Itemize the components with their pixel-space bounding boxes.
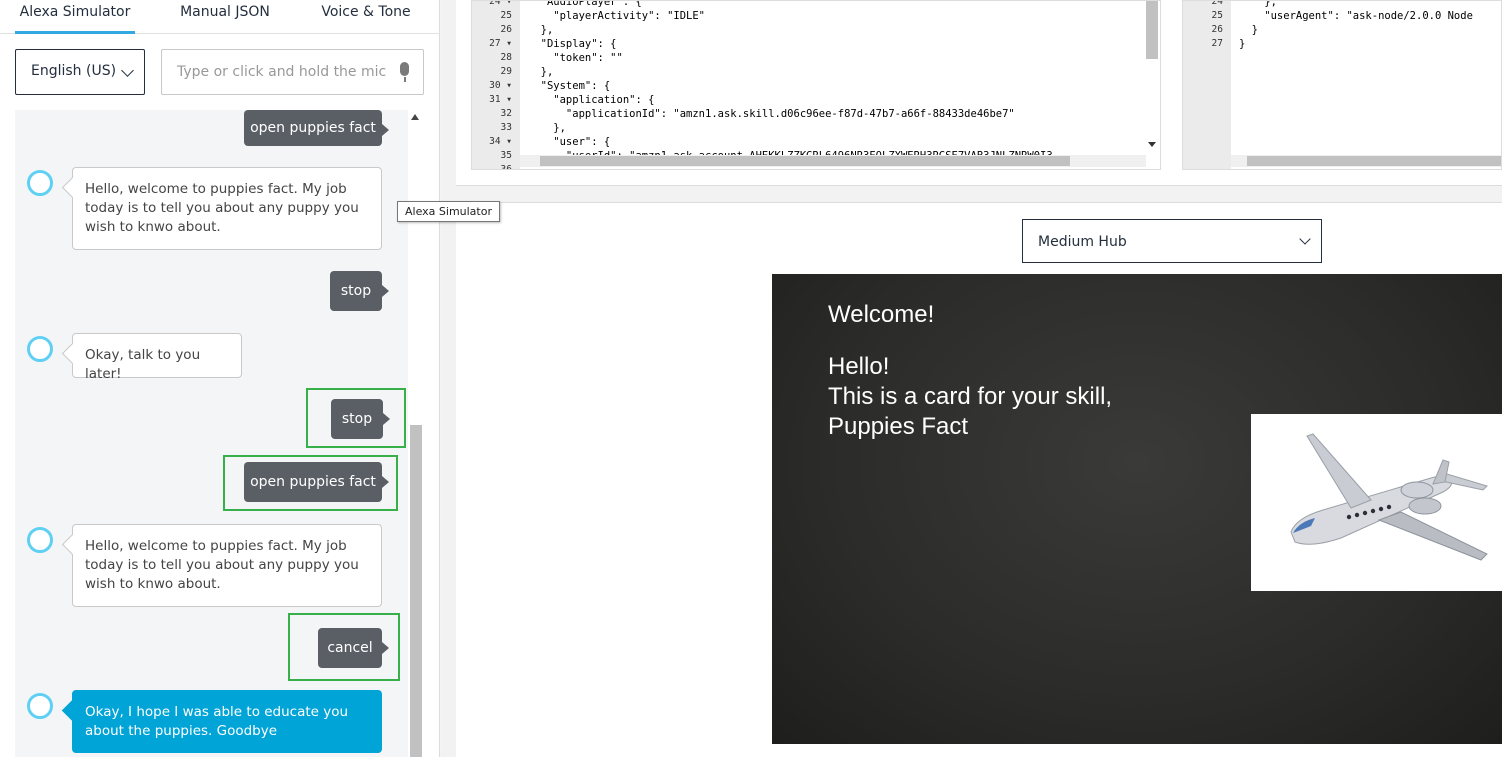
- line-number: 25: [1211, 10, 1223, 21]
- code-line: }: [1239, 38, 1246, 50]
- json-output-hscroll[interactable]: [1231, 155, 1501, 167]
- json-output-code: }, "userAgent": "ask-node/2.0.0 Node }}: [1231, 1, 1501, 169]
- microphone-icon[interactable]: [399, 62, 409, 82]
- json-input-editor[interactable]: 24 ▾ 25 26 27 ▾ 28 29 30 ▾ 31 ▾ 32 33 34 ▾ 35…: [471, 0, 1161, 170]
- line-number: 24: [1211, 0, 1223, 7]
- utterance-placeholder: Type or click and hold the mic: [177, 64, 387, 80]
- alexa-message: Hello, welcome to puppies fact. My job t…: [72, 524, 382, 607]
- chevron-down-icon: [121, 64, 134, 77]
- alexa-ring-icon: [27, 170, 53, 196]
- line-number: 36: [500, 164, 512, 170]
- alexa-ring-icon: [27, 336, 53, 362]
- line-number: 26: [1211, 24, 1223, 35]
- user-message: stop: [331, 399, 390, 439]
- tab-bar: Alexa Simulator Manual JSON Voice & Tone: [0, 0, 440, 34]
- airplane-image: [1251, 414, 1502, 591]
- airplane-icon: [1290, 433, 1488, 561]
- line-number: 32: [500, 108, 512, 119]
- code-line: "System": {: [528, 80, 611, 92]
- line-number: 34 ▾: [489, 136, 512, 147]
- json-input-hscroll-thumb[interactable]: [540, 156, 1070, 166]
- json-panel: 24 ▾ 25 26 27 ▾ 28 29 30 ▾ 31 ▾ 32 33 34 ▾ 35…: [456, 0, 1502, 186]
- line-number: 33: [500, 122, 512, 133]
- line-number: 29: [500, 66, 512, 77]
- language-select[interactable]: English (US): [15, 49, 145, 95]
- code-line: }: [1239, 24, 1258, 36]
- user-message: stop: [330, 271, 389, 311]
- line-number: 25: [500, 10, 512, 21]
- chat-scrollbar-thumb[interactable]: [410, 425, 422, 757]
- json-output-hscroll-thumb[interactable]: [1247, 156, 1501, 166]
- user-message: open puppies fact: [244, 110, 389, 146]
- tab-manual-json[interactable]: Manual JSON: [165, 0, 285, 34]
- utterance-input[interactable]: Type or click and hold the mic: [161, 49, 424, 95]
- json-input-vscroll-thumb[interactable]: [1146, 1, 1158, 59]
- alexa-message-final: Okay, I hope I was able to educate you a…: [72, 690, 382, 753]
- line-number: 31 ▾: [489, 94, 512, 105]
- json-output-editor[interactable]: 24 25 26 27 }, "userAgent": "ask-node/2.0.0…: [1182, 0, 1502, 170]
- chevron-down-icon: [1299, 233, 1311, 245]
- simulator-panel: Alexa Simulator Manual JSON Voice & Tone…: [0, 0, 440, 757]
- code-line: "AudioPlayer": {: [528, 1, 642, 8]
- device-select[interactable]: Medium Hub: [1022, 219, 1322, 263]
- tab-alexa-simulator[interactable]: Alexa Simulator: [15, 0, 135, 34]
- code-line: },: [528, 66, 554, 78]
- line-number: 27: [1211, 38, 1223, 49]
- display-panel: Medium Hub Welcome! Hello! This is a car…: [456, 202, 1502, 757]
- card-body-line: Hello!: [828, 353, 890, 380]
- card-body: Hello! This is a card for your skill, Pu…: [828, 352, 1112, 442]
- scroll-down-arrow-icon[interactable]: [1148, 142, 1156, 147]
- code-line: "user": {: [528, 136, 611, 148]
- tooltip: Alexa Simulator: [397, 201, 500, 222]
- alexa-message: Okay, talk to you later!: [72, 333, 242, 382]
- alexa-message: Hello, welcome to puppies fact. My job t…: [72, 167, 382, 250]
- code-line: },: [528, 24, 554, 36]
- code-line: "applicationId": "amzn1.ask.skill.d06c96…: [528, 108, 1015, 120]
- line-number-gutter: 24 ▾ 25 26 27 ▾ 28 29 30 ▾ 31 ▾ 32 33 34 ▾ 35…: [472, 0, 520, 170]
- scroll-up-arrow-icon[interactable]: [411, 114, 419, 120]
- chat-transcript: open puppies fact Hello, welcome to pupp…: [15, 110, 408, 757]
- line-number: 35: [500, 150, 512, 161]
- card-body-line: Puppies Fact: [828, 413, 969, 440]
- json-input-hscroll[interactable]: [520, 155, 1146, 167]
- line-number: 27 ▾: [489, 38, 512, 49]
- language-select-value: English (US): [31, 63, 117, 79]
- alexa-ring-icon: [27, 527, 53, 553]
- code-line: "token": "": [528, 52, 623, 64]
- output-area: 24 ▾ 25 26 27 ▾ 28 29 30 ▾ 31 ▾ 32 33 34 ▾ 35…: [441, 0, 1502, 757]
- line-number: 26: [500, 24, 512, 35]
- card-title: Welcome!: [828, 301, 935, 328]
- json-input-code: "AudioPlayer": { "playerActivity": "IDLE…: [520, 1, 1160, 169]
- code-line: "userAgent": "ask-node/2.0.0 Node: [1239, 10, 1473, 22]
- code-line: },: [1239, 1, 1277, 8]
- line-number: 24 ▾: [489, 0, 512, 7]
- code-line: },: [528, 122, 566, 134]
- device-screen: Welcome! Hello! This is a card for your …: [772, 274, 1502, 744]
- line-number: 28: [500, 52, 512, 63]
- code-line: "Display": {: [528, 38, 617, 50]
- line-number: 30 ▾: [489, 80, 512, 91]
- line-number-gutter: 24 25 26 27: [1183, 0, 1231, 169]
- code-line: "playerActivity": "IDLE": [528, 10, 706, 22]
- code-line: "application": {: [528, 94, 655, 106]
- card-body-line: This is a card for your skill,: [828, 383, 1113, 410]
- tab-voice-tone[interactable]: Voice & Tone: [310, 0, 422, 34]
- alexa-ring-icon: [27, 693, 53, 719]
- user-message: cancel: [318, 628, 389, 668]
- user-message: open puppies fact: [244, 462, 389, 502]
- device-select-value: Medium Hub: [1038, 234, 1127, 250]
